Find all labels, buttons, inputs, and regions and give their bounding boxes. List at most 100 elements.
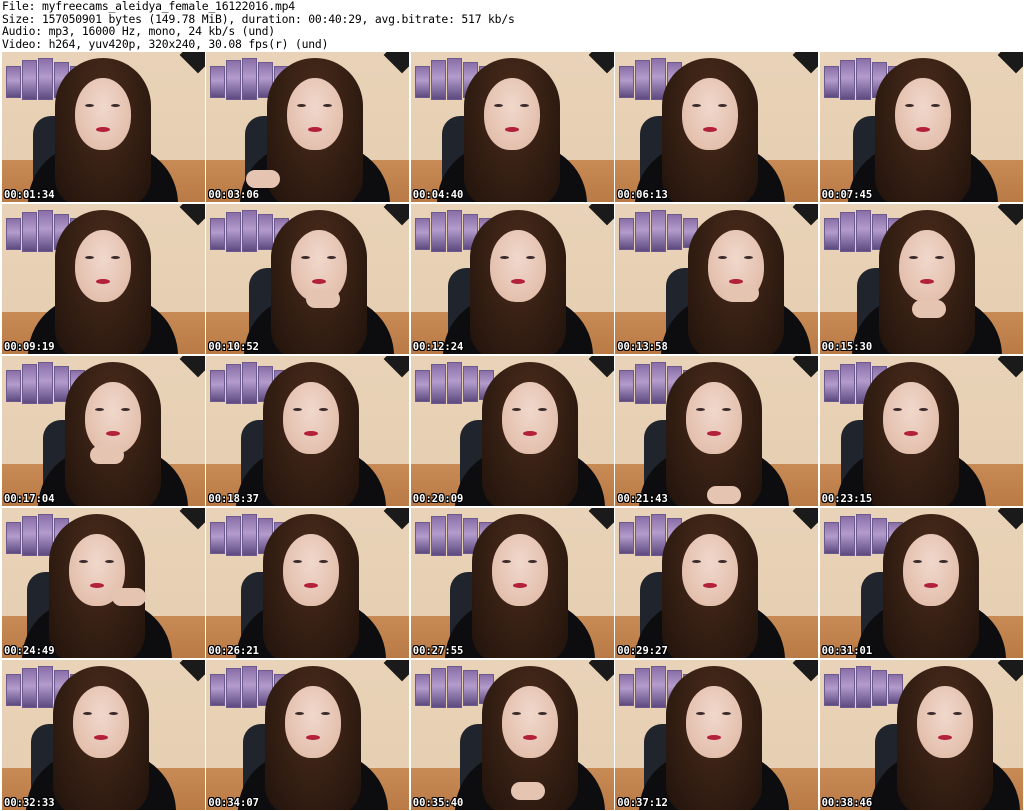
person-hand (90, 446, 124, 464)
person-eye-right (918, 408, 928, 411)
person-eye-right (527, 560, 537, 563)
person-eye-right (109, 712, 118, 715)
person-lips (919, 279, 934, 284)
thumbnail-frame: 00:24:49 (2, 508, 205, 658)
person-face (898, 230, 955, 302)
person-face (902, 534, 959, 606)
thumbnail-frame: 00:17:04 (2, 356, 205, 506)
wall-art-panels (823, 666, 904, 710)
person-eye-right (537, 712, 547, 715)
wall-art-panels (619, 210, 699, 254)
person-face (283, 534, 340, 606)
person-hand (725, 284, 760, 302)
background-corner-shape (384, 204, 410, 226)
thumbnail-frame: 00:15:30 (819, 204, 1023, 354)
thumbnail-timestamp: 00:27:55 (412, 645, 464, 657)
background-corner-shape (997, 660, 1023, 682)
background-corner-shape (997, 52, 1023, 74)
person-face (501, 686, 558, 758)
background-corner-shape (179, 508, 205, 530)
thumbnail-frame: 00:07:45 (819, 52, 1023, 202)
person-eye-right (938, 560, 948, 563)
background-corner-shape (588, 660, 614, 682)
person-face (501, 382, 558, 454)
person-face (73, 686, 129, 758)
thumbnail-frame: 00:34:07 (206, 660, 410, 810)
background-corner-shape (384, 52, 410, 74)
thumbnail-frame: 00:09:19 (2, 204, 205, 354)
person-face (894, 78, 951, 150)
thumbnail-frame: 00:38:46 (819, 660, 1023, 810)
thumbnail-timestamp: 00:35:40 (412, 797, 464, 809)
background-corner-shape (179, 356, 205, 378)
person-eye-right (537, 408, 547, 411)
person-hand (707, 486, 742, 504)
person-eye-left (908, 256, 918, 259)
person-lips (937, 735, 952, 740)
thumbnail-frame: 00:13:58 (615, 204, 819, 354)
thumbnail-frame: 00:01:34 (2, 52, 205, 202)
person-face (686, 686, 743, 758)
thumbnail-frame: 00:35:40 (410, 660, 614, 810)
thumbnail-frame: 00:23:15 (819, 356, 1023, 506)
thumbnail-frame: 00:29:27 (615, 508, 819, 658)
background-corner-shape (997, 508, 1023, 530)
person-face (916, 686, 973, 758)
person-eye-left (892, 408, 902, 411)
person-eye-left (79, 560, 88, 563)
person-eye-right (519, 104, 529, 107)
person-lips (522, 431, 537, 436)
thumbnail-timestamp: 00:34:07 (208, 797, 259, 809)
person-lips (923, 583, 938, 588)
person-lips (94, 735, 108, 740)
person-lips (915, 127, 930, 132)
thumbnail-timestamp: 00:32:33 (4, 797, 55, 809)
person-lips (504, 127, 519, 132)
thumbnail-frame: 00:12:24 (410, 204, 614, 354)
file-info-header: File: myfreecams_aleidya_female_16122016… (2, 0, 1022, 50)
thumbnail-frame: 00:27:55 (410, 508, 614, 658)
person-face (882, 382, 939, 454)
background-corner-shape (997, 356, 1023, 378)
person-lips (522, 735, 537, 740)
person-lips (90, 583, 104, 588)
background-corner-shape (588, 508, 614, 530)
person-face (686, 382, 743, 454)
person-eye-left (511, 408, 521, 411)
thumbnail-timestamp: 00:04:40 (412, 189, 464, 201)
person-eye-left (501, 560, 511, 563)
person-lips (96, 127, 110, 132)
person-eye-left (926, 712, 936, 715)
person-lips (512, 583, 527, 588)
background-corner-shape (792, 660, 819, 682)
background-corner-shape (792, 204, 819, 226)
person-face (682, 534, 739, 606)
background-corner-shape (384, 660, 410, 682)
thumbnail-timestamp: 00:10:52 (208, 341, 259, 353)
thumbnail-timestamp: 00:06:13 (617, 189, 668, 201)
thumbnail-timestamp: 00:07:45 (821, 189, 873, 201)
thumbnail-timestamp: 00:29:27 (617, 645, 668, 657)
file-name-line: File: myfreecams_aleidya_female_16122016… (2, 0, 295, 13)
thumbnail-timestamp: 00:12:24 (412, 341, 464, 353)
person-eye-right (111, 104, 120, 107)
thumbnail-timestamp: 00:31:01 (821, 645, 873, 657)
person-lips (510, 279, 525, 284)
background-corner-shape (997, 204, 1023, 226)
background-corner-shape (588, 52, 614, 74)
person-hand (911, 300, 946, 318)
thumbnail-frame: 00:21:43 (615, 356, 819, 506)
thumbnail-frame: 00:04:40 (410, 52, 614, 202)
person-eye-right (934, 256, 944, 259)
video-info-line: Video: h264, yuv420p, 320x240, 30.08 fps… (2, 36, 329, 51)
person-lips (106, 431, 120, 436)
thumbnail-frame: 00:26:21 (206, 508, 410, 658)
thumbnail-timestamp: 00:23:15 (821, 493, 873, 505)
person-face (682, 78, 739, 150)
person-eye-right (111, 256, 120, 259)
thumbnail-timestamp: 00:15:30 (821, 341, 873, 353)
person-eye-right (525, 256, 535, 259)
person-face (75, 230, 131, 302)
background-corner-shape (588, 356, 614, 378)
background-corner-shape (179, 660, 205, 682)
